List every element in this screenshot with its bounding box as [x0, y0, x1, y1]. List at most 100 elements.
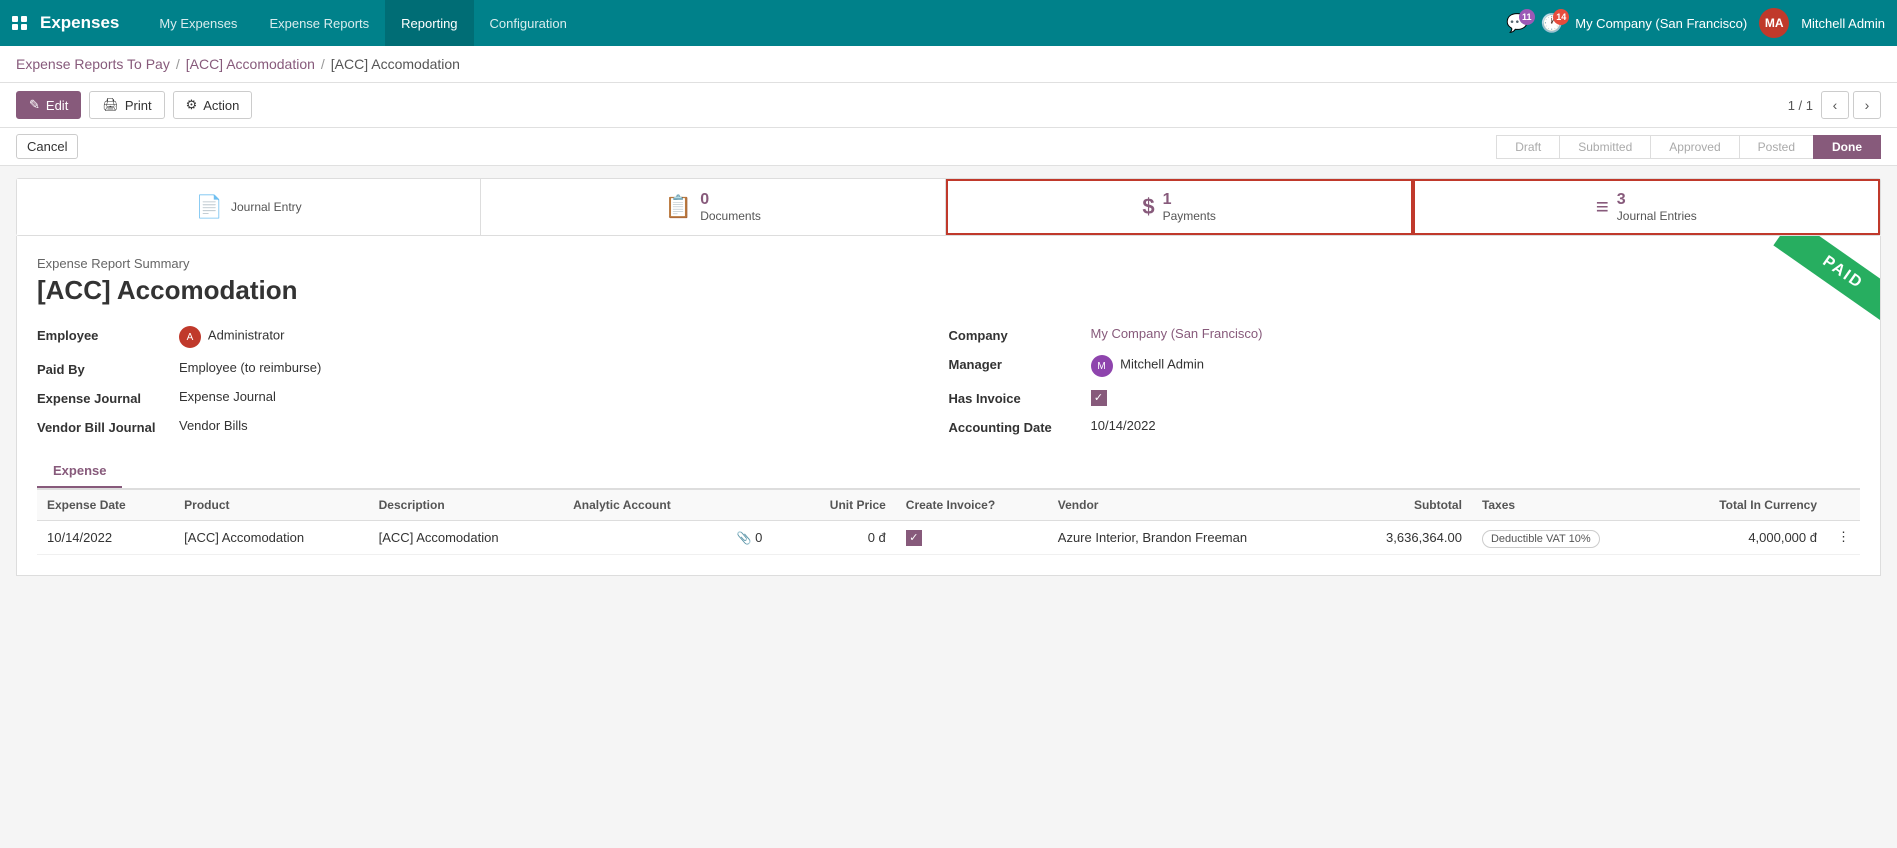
expense-journal-label: Expense Journal [37, 389, 167, 406]
breadcrumb-sep-2: / [321, 56, 325, 72]
list-icon: ≡ [1596, 194, 1609, 220]
cell-analytic [563, 521, 726, 555]
employee-field: Employee A Administrator [37, 326, 909, 348]
brand: Expenses [12, 13, 119, 33]
vendor-bill-value: Vendor Bills [179, 418, 248, 433]
employee-value: A Administrator [179, 326, 284, 348]
col-options [1827, 490, 1860, 521]
smart-buttons: 📄 Journal Entry 📋 0 Documents $ 1 Paymen… [16, 178, 1881, 236]
attachment-icon: 📎 [737, 531, 752, 545]
dollar-icon: $ [1142, 194, 1154, 220]
col-product: Product [174, 490, 368, 521]
nav-configuration[interactable]: Configuration [474, 0, 583, 46]
vendor-bill-journal-field: Vendor Bill Journal Vendor Bills [37, 418, 909, 435]
nav-links: My Expenses Expense Reports Reporting Co… [143, 0, 582, 46]
notifications-badge: 14 [1553, 9, 1569, 25]
breadcrumb-expense-reports[interactable]: Expense Reports To Pay [16, 56, 170, 72]
col-attach [727, 490, 791, 521]
payments-count: 1 [1163, 191, 1216, 209]
journal-entries-button[interactable]: ≡ 3 Journal Entries [1413, 179, 1880, 235]
avatar: MA [1759, 8, 1789, 38]
next-button[interactable]: › [1853, 91, 1881, 119]
status-approved: Approved [1650, 135, 1739, 159]
app-title: Expenses [40, 13, 119, 33]
cell-options: ⋮ [1827, 521, 1860, 555]
print-icon: 🖨 [102, 97, 119, 113]
edit-button[interactable]: ✎ Edit [16, 91, 81, 119]
messages-button[interactable]: 💬 11 [1506, 13, 1528, 34]
accounting-date-label: Accounting Date [949, 418, 1079, 435]
has-invoice-field: Has Invoice ✓ [949, 389, 1821, 406]
company-value[interactable]: My Company (San Francisco) [1091, 326, 1263, 341]
company-field: Company My Company (San Francisco) [949, 326, 1821, 343]
col-total: Total In Currency [1663, 490, 1827, 521]
documents-icon: 📋 [665, 194, 692, 220]
nav-reporting[interactable]: Reporting [385, 0, 473, 46]
cell-subtotal: 3,636,364.00 [1339, 521, 1472, 555]
print-button[interactable]: 🖨 Print [89, 91, 164, 119]
form-fields: Employee A Administrator Paid By Employe… [37, 326, 1860, 435]
status-steps: Draft Submitted Approved Posted Done [1497, 135, 1881, 159]
navbar-right: 💬 11 🕐 14 My Company (San Francisco) MA … [1506, 8, 1885, 38]
toolbar-right: 1 / 1 ‹ › [1788, 91, 1881, 119]
has-invoice-checkbox[interactable]: ✓ [1091, 390, 1107, 406]
documents-count: 0 [700, 191, 761, 209]
status-posted: Posted [1739, 135, 1814, 159]
report-label: Expense Report Summary [37, 256, 1860, 271]
action-label: Action [203, 98, 239, 113]
notifications-button[interactable]: 🕐 14 [1541, 13, 1563, 34]
status-draft: Draft [1496, 135, 1560, 159]
cell-create-invoice: ✓ [896, 521, 1048, 555]
paid-by-value: Employee (to reimburse) [179, 360, 321, 375]
col-vendor: Vendor [1048, 490, 1339, 521]
expense-journal-value: Expense Journal [179, 389, 276, 404]
employee-name: Administrator [208, 328, 285, 343]
left-fields: Employee A Administrator Paid By Employe… [37, 326, 949, 435]
payments-button[interactable]: $ 1 Payments [946, 179, 1413, 235]
breadcrumb: Expense Reports To Pay / [ACC] Accomodat… [0, 46, 1897, 83]
breadcrumb-sep-1: / [176, 56, 180, 72]
create-invoice-checkbox[interactable]: ✓ [906, 530, 922, 546]
documents-label: Documents [700, 209, 761, 223]
toolbar: ✎ Edit 🖨 Print ⚙ Action 1 / 1 ‹ › [0, 83, 1897, 128]
table-row: 10/14/2022 [ACC] Accomodation [ACC] Acco… [37, 521, 1860, 555]
action-button[interactable]: ⚙ Action [173, 91, 253, 119]
nav-my-expenses[interactable]: My Expenses [143, 0, 253, 46]
status-submitted: Submitted [1559, 135, 1651, 159]
tab-expense[interactable]: Expense [37, 455, 122, 488]
vat-badge: Deductible VAT 10% [1482, 530, 1600, 548]
cell-product: [ACC] Accomodation [174, 521, 368, 555]
col-description: Description [369, 490, 563, 521]
company-label: Company [949, 326, 1079, 343]
cell-date: 10/14/2022 [37, 521, 174, 555]
gear-icon: ⚙ [186, 97, 198, 113]
print-label: Print [125, 98, 152, 113]
nav-expense-reports[interactable]: Expense Reports [253, 0, 385, 46]
prev-button[interactable]: ‹ [1821, 91, 1849, 119]
manager-avatar: M [1091, 355, 1113, 377]
col-subtotal: Subtotal [1339, 490, 1472, 521]
cancel-button[interactable]: Cancel [16, 134, 78, 159]
grid-icon[interactable] [12, 16, 28, 30]
accounting-date-value: 10/14/2022 [1091, 418, 1156, 433]
col-analytic: Analytic Account [563, 490, 726, 521]
attachment-count: 0 [755, 530, 762, 545]
has-invoice-value: ✓ [1091, 389, 1107, 406]
payments-label: Payments [1163, 209, 1216, 223]
journal-entry-button[interactable]: 📄 Journal Entry [17, 179, 481, 235]
messages-badge: 11 [1519, 9, 1535, 25]
vendor-bill-label: Vendor Bill Journal [37, 418, 167, 435]
tabs: Expense [37, 455, 1860, 489]
document-icon: 📄 [196, 194, 223, 220]
breadcrumb-acc-accomodation[interactable]: [ACC] Accomodation [186, 56, 315, 72]
journal-entries-count: 3 [1617, 191, 1697, 209]
journal-entries-label: Journal Entries [1617, 209, 1697, 223]
cell-description: [ACC] Accomodation [369, 521, 563, 555]
manager-label: Manager [949, 355, 1079, 372]
documents-button[interactable]: 📋 0 Documents [481, 179, 945, 235]
cell-attach: 📎 0 [727, 521, 791, 555]
col-create-invoice: Create Invoice? [896, 490, 1048, 521]
edit-icon: ✎ [29, 97, 40, 113]
employee-avatar: A [179, 326, 201, 348]
status-done: Done [1813, 135, 1881, 159]
